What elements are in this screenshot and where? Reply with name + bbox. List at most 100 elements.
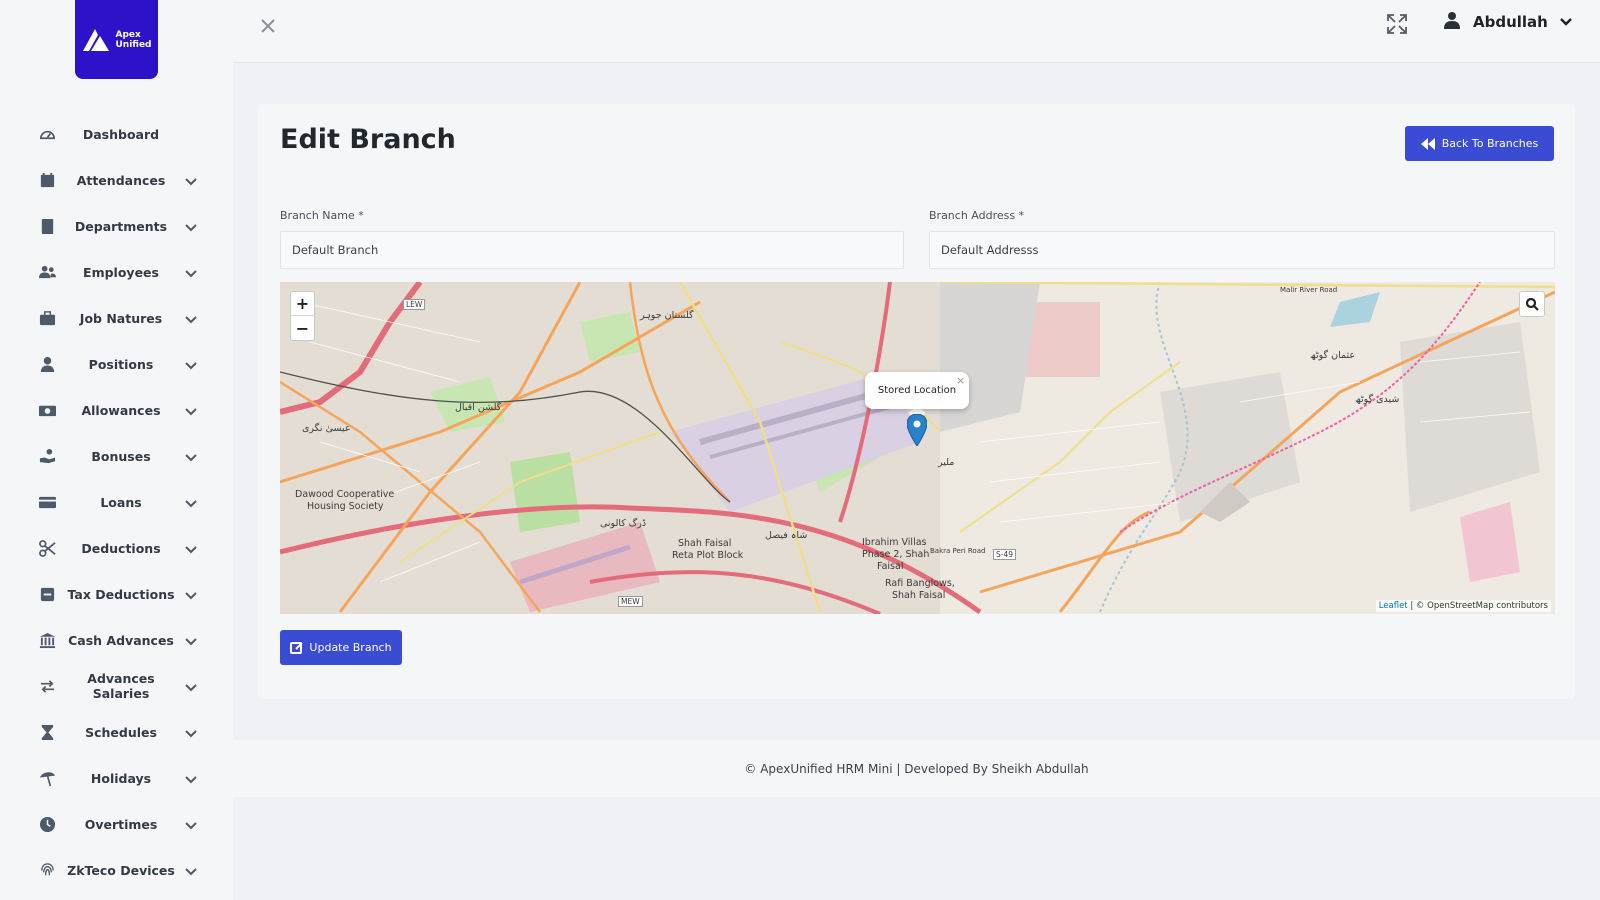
update-button-label: Update Branch [309,641,392,654]
sidebar-item-label: Dashboard [82,126,160,142]
sidebar-item-employees[interactable]: Employees [0,252,233,292]
back-button-label: Back To Branches [1441,137,1539,150]
sidebar-item-loans[interactable]: Loans [0,482,233,522]
map-place-label: گلستان جوہر [640,310,694,321]
sidebar-item-label: Bonuses [91,448,151,464]
logo-text: Apex Unified [115,29,152,50]
map-place-label: LEW [403,299,426,310]
popup-close-button[interactable]: × [956,374,965,387]
sidebar-item-holidays[interactable]: Holidays [0,758,233,798]
sidebar: Apex Unified Dashboard Attendances Departm… [0,0,233,900]
map-place-label: عیسیٰ نگری [302,423,351,434]
sidebar-item-label: Deductions [81,540,161,556]
sidebar-item-label: Employees [83,264,159,280]
app-logo[interactable]: Apex Unified [75,0,158,79]
clock-icon [38,815,56,833]
sidebar-item-bonuses[interactable]: Bonuses [0,436,233,476]
chevron-down-icon[interactable] [184,771,198,785]
sidebar-item-label: Allowances [81,402,161,418]
chevron-down-icon[interactable] [184,587,198,601]
branch-address-label: Branch Address * [929,209,1025,222]
chevron-down-icon[interactable] [184,403,198,417]
location-marker-icon[interactable] [907,414,927,446]
map-place-label: S-49 [993,549,1017,560]
map-place-label: Shah Faisal [892,590,946,601]
sidebar-item-label: Holidays [90,770,152,786]
sidebar-item-label: Attendances [76,172,166,188]
users-icon [38,263,56,281]
edit-icon [290,642,304,654]
sidebar-item-zkteco-devices[interactable]: ZkTeco Devices [0,850,233,890]
chevron-down-icon[interactable] [184,311,198,325]
chevron-down-icon[interactable] [184,219,198,233]
chevron-down-icon[interactable] [184,173,198,187]
map-attribution: Leaflet | © OpenStreetMap contributors [1375,600,1551,612]
sidebar-item-label: Loans [100,494,142,510]
sidebar-item-schedules[interactable]: Schedules [0,712,233,752]
fingerprint-icon [38,861,56,879]
fullscreen-button[interactable] [1385,12,1409,36]
footer-text: © ApexUnified HRM Mini | Developed By Sh… [744,761,1089,776]
chevron-down-icon[interactable] [184,817,198,831]
user-name: Abdullah [1473,13,1548,31]
map-search-button[interactable] [1519,291,1545,317]
umbrella-beach-icon [38,769,56,787]
sidebar-item-overtimes[interactable]: Overtimes [0,804,233,844]
popup-text: Stored Location [877,385,957,396]
map-place-label: ڈرگ کالونی [600,518,647,529]
sidebar-item-label: Cash Advances [68,632,174,648]
sidebar-item-label: Schedules [85,724,157,740]
chevron-down-icon[interactable] [184,679,198,693]
chevron-down-icon[interactable] [184,541,198,555]
scissors-icon [38,539,56,557]
sidebar-item-job-natures[interactable]: Job Natures [0,298,233,338]
map-place-label: Housing Society [307,501,384,512]
sidebar-item-cash-advances[interactable]: Cash Advances [0,620,233,660]
sidebar-item-departments[interactable]: Departments [0,206,233,246]
sidebar-item-label: Tax Deductions [67,586,175,602]
map-place-label: Shah Faisal [678,538,732,549]
chevron-down-icon[interactable] [184,265,198,279]
sidebar-item-advances-salaries[interactable]: Advances Salaries [0,666,233,706]
search-icon [1525,297,1539,311]
branch-name-input[interactable] [280,231,904,269]
sidebar-item-label: Job Natures [79,310,163,326]
map-place-label: Dawood Cooperative [295,489,395,500]
edit-branch-card: Edit Branch Back To Branches Branch Name… [258,104,1575,699]
map-place-label: Rafi Banglows, [885,578,955,589]
update-branch-button[interactable]: Update Branch [280,630,402,665]
back-to-branches-button[interactable]: Back To Branches [1405,126,1554,161]
exchange-icon [38,677,56,695]
chevron-down-icon[interactable] [184,495,198,509]
sidebar-item-dashboard[interactable]: Dashboard [0,114,233,154]
chevron-down-icon[interactable] [184,633,198,647]
map-place-label: ملیر [938,457,955,468]
user-menu[interactable]: Abdullah [1443,10,1574,34]
zoom-out-button[interactable]: − [291,316,314,340]
map-place-label: Faisal [877,561,904,572]
map-place-label: Ibrahim Villas [862,537,927,548]
zoom-in-button[interactable]: + [291,292,314,316]
footer: © ApexUnified HRM Mini | Developed By Sh… [233,740,1600,797]
branch-address-input[interactable] [929,231,1555,269]
sidebar-item-tax-deductions[interactable]: Tax Deductions [0,574,233,614]
money-bill-icon [38,401,56,419]
chevron-down-icon[interactable] [184,449,198,463]
sidebar-item-positions[interactable]: Positions [0,344,233,384]
user-tie-icon [38,355,56,373]
sidebar-item-label: Departments [74,218,168,234]
chevron-down-icon[interactable] [184,725,198,739]
close-icon [261,19,275,33]
sidebar-item-deductions[interactable]: Deductions [0,528,233,568]
top-bar: Abdullah [233,0,1600,63]
chevron-down-icon[interactable] [184,357,198,371]
user-icon [1443,11,1461,33]
chevron-down-icon[interactable] [184,863,198,877]
page-title: Edit Branch [280,124,456,155]
briefcase-icon [38,309,56,327]
sidebar-item-allowances[interactable]: Allowances [0,390,233,430]
close-sidebar-button[interactable] [257,15,279,37]
leaflet-link[interactable]: Leaflet [1379,601,1408,611]
branch-location-map[interactable]: Dawood Cooperative Housing Society Shah Fa… [280,282,1555,614]
sidebar-item-attendances[interactable]: Attendances [0,160,233,200]
